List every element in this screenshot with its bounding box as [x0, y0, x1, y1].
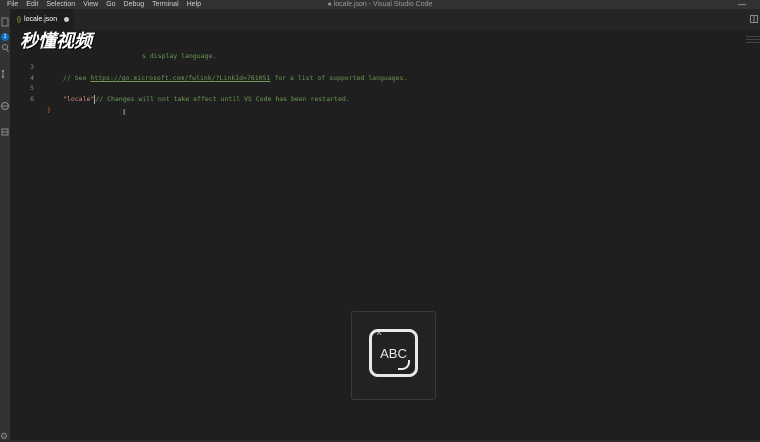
source-control-icon[interactable] [0, 69, 10, 81]
tab-label: locale.json [24, 16, 58, 23]
unsaved-dot-icon[interactable] [64, 17, 69, 22]
title-bar: File Edit Selection View Go Debug Termin… [0, 0, 760, 9]
debug-icon[interactable] [0, 101, 10, 113]
tab-bar: {} locale.json [10, 9, 760, 30]
code-line-5: 5 "locale"// Changes will not take effec… [10, 72, 350, 104]
gear-icon[interactable]: ⚙ [0, 431, 10, 442]
explorer-icon[interactable] [0, 17, 10, 29]
keyboard-input-icon: ^ ABC [369, 329, 418, 377]
code-line-6: 6 } [10, 83, 51, 114]
input-mode-label: ABC [380, 346, 407, 361]
line-number: 6 [30, 95, 34, 103]
caret-icon: ^ [377, 330, 382, 340]
minimap[interactable] [746, 36, 760, 45]
minimize-button[interactable]: — [738, 0, 746, 9]
input-method-popup: ^ ABC [351, 311, 436, 400]
fwlink-url[interactable]: https://go.microsoft.com/fwlink/?LinkId=… [90, 74, 270, 82]
watermark-logo: 秒懂视频 [20, 31, 92, 51]
closing-brace: } [47, 106, 51, 114]
ibeam-cursor-icon: I [123, 108, 126, 117]
locale-key: "locale" [63, 95, 95, 103]
json-file-icon: {} [17, 17, 22, 23]
notification-badge: 1 [1, 33, 9, 41]
search-icon[interactable] [0, 43, 10, 55]
curve-icon [398, 360, 410, 370]
window-title: ● locale.json - Visual Studio Code [327, 1, 433, 8]
extensions-icon[interactable] [0, 127, 10, 139]
activity-bar: 1 ⚙ [0, 9, 10, 442]
split-editor-icon[interactable] [750, 15, 758, 23]
